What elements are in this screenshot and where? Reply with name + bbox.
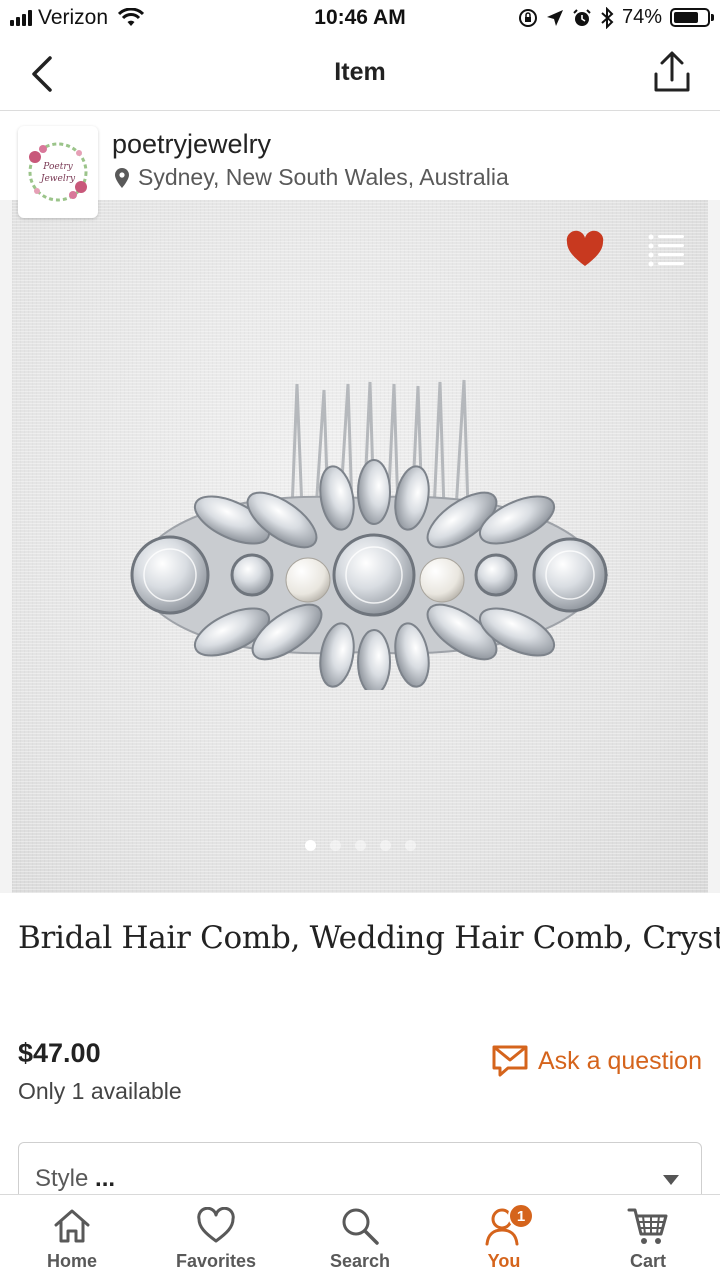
gallery-edge-left bbox=[0, 200, 12, 893]
status-bar: Verizon 10:46 AM 74% bbox=[0, 0, 720, 38]
gallery-edge-right bbox=[708, 200, 720, 893]
user-icon: 1 bbox=[482, 1203, 534, 1247]
tab-bar: Home Favorites Search 1 You Cart bbox=[0, 1194, 720, 1280]
gallery-dot[interactable] bbox=[379, 840, 391, 851]
alarm-icon bbox=[573, 8, 591, 26]
tab-favorites-label: Favorites bbox=[175, 1251, 257, 1271]
ask-question-label: Ask a question bbox=[538, 1046, 702, 1075]
item-title: Bridal Hair Comb, Wedding Hair Comb, Cry… bbox=[18, 920, 720, 956]
ask-question-button[interactable]: Ask a question bbox=[492, 1044, 702, 1078]
location-arrow-icon bbox=[546, 9, 563, 26]
page-title: Item bbox=[334, 58, 386, 86]
svg-text:Jewelry: Jewelry bbox=[39, 174, 76, 184]
share-icon[interactable] bbox=[650, 50, 694, 98]
location-pin-icon bbox=[115, 167, 129, 188]
battery-percent: 74% bbox=[621, 6, 662, 28]
shop-name[interactable]: poetryjewelry bbox=[112, 129, 271, 160]
tab-search-label: Search bbox=[329, 1251, 391, 1271]
heart-icon bbox=[194, 1205, 238, 1247]
tab-cart-label: Cart bbox=[629, 1251, 666, 1271]
tab-search[interactable]: Search bbox=[288, 1195, 432, 1280]
nav-bar: Item bbox=[0, 38, 720, 111]
hair-comb-image bbox=[130, 379, 609, 690]
heart-icon[interactable] bbox=[565, 230, 605, 270]
tab-home[interactable]: Home bbox=[0, 1195, 144, 1280]
gallery-pagination[interactable] bbox=[12, 840, 708, 851]
style-selected-value: ... bbox=[95, 1165, 116, 1192]
battery-level bbox=[674, 12, 698, 23]
rotation-lock-icon bbox=[518, 8, 537, 27]
bluetooth-icon bbox=[601, 6, 614, 29]
home-icon bbox=[50, 1205, 94, 1247]
search-icon bbox=[338, 1205, 382, 1247]
tab-favorites[interactable]: Favorites bbox=[144, 1195, 288, 1280]
message-icon bbox=[492, 1045, 528, 1077]
tab-cart[interactable]: Cart bbox=[576, 1195, 720, 1280]
gallery-dot[interactable] bbox=[404, 840, 416, 851]
battery-icon bbox=[670, 8, 714, 27]
style-select-label: Style ... bbox=[35, 1165, 115, 1193]
tab-home-label: Home bbox=[46, 1251, 97, 1271]
shop-location-text: Sydney, New South Wales, Australia bbox=[138, 164, 509, 190]
shop-logo[interactable]: Poetry Jewelry bbox=[18, 126, 98, 218]
gallery-dot[interactable] bbox=[304, 840, 316, 851]
notification-badge: 1 bbox=[508, 1203, 534, 1229]
item-price: $47.00 bbox=[18, 1038, 101, 1068]
tab-you[interactable]: 1 You bbox=[432, 1195, 576, 1280]
product-image-gallery[interactable] bbox=[12, 200, 708, 893]
chevron-down-icon bbox=[663, 1175, 679, 1185]
cart-icon bbox=[626, 1205, 670, 1247]
status-icons: 74% bbox=[518, 6, 714, 29]
availability-text: Only 1 available bbox=[18, 1078, 182, 1104]
tab-you-label: You bbox=[487, 1251, 521, 1271]
gallery-dot[interactable] bbox=[329, 840, 341, 851]
svg-text:Poetry: Poetry bbox=[42, 162, 73, 172]
list-menu-icon[interactable] bbox=[647, 232, 687, 268]
shop-location: Sydney, New South Wales, Australia bbox=[114, 164, 509, 191]
gallery-dot[interactable] bbox=[354, 840, 366, 851]
shop-header[interactable]: Poetry Jewelry poetryjewelry Sydney, New… bbox=[0, 112, 720, 218]
style-label-text: Style bbox=[35, 1165, 89, 1192]
